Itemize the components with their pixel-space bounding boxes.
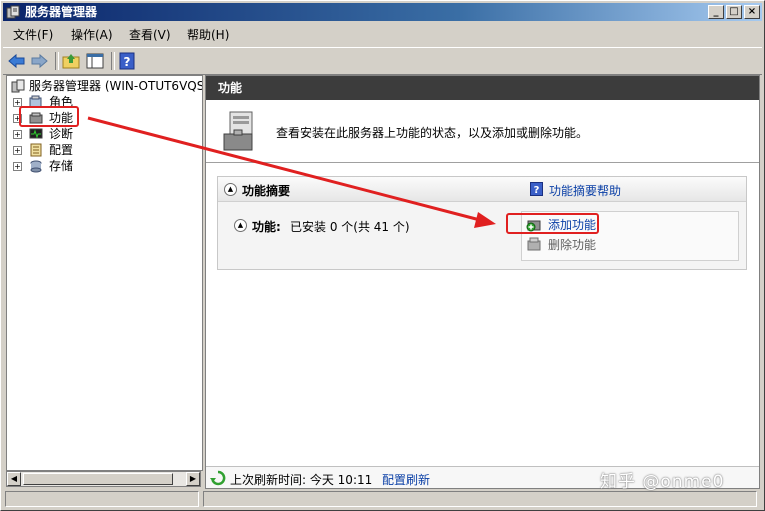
expand-icon[interactable]: +	[13, 162, 22, 171]
server-manager-tree-icon	[11, 79, 25, 93]
close-button[interactable]: ×	[744, 5, 760, 19]
expand-icon[interactable]: +	[13, 130, 22, 139]
tree-item-label: 诊断	[49, 127, 74, 141]
features-status-text: 已安装 0 个(共 41 个)	[290, 220, 410, 234]
toolbar-separator	[55, 52, 59, 70]
title-bar[interactable]: 服务器管理器 _ □ ×	[3, 3, 762, 21]
minimize-button[interactable]: _	[708, 5, 724, 19]
forward-arrow-icon[interactable]	[29, 51, 49, 71]
watermark: 知乎 @onme0	[600, 472, 725, 492]
collapse-icon[interactable]: ▲	[224, 183, 237, 196]
up-folder-icon[interactable]	[61, 51, 81, 71]
menu-file[interactable]: 文件(F)	[13, 26, 53, 43]
content-pane: 功能 查看安装在此服务器上功能的状态，以及添加或删除功能。 ▲ 功能摘要 ? 功…	[205, 75, 760, 489]
status-pane	[203, 491, 757, 507]
toolbar-separator	[111, 52, 115, 70]
scroll-left-icon[interactable]: ◀	[7, 472, 21, 486]
summary-header: ▲ 功能摘要 ? 功能摘要帮助	[218, 177, 746, 202]
toolbar: ?	[3, 47, 762, 75]
refresh-icon	[210, 470, 226, 486]
intro-description: 查看安装在此服务器上功能的状态，以及添加或删除功能。	[276, 126, 589, 140]
content-header-title: 功能	[218, 81, 243, 95]
tree-item-label: 配置	[49, 143, 74, 157]
intro-section: 查看安装在此服务器上功能的状态，以及添加或删除功能。	[206, 100, 759, 163]
scrollbar-thumb[interactable]	[23, 473, 173, 485]
diagnostics-icon	[29, 128, 43, 139]
features-large-icon	[223, 111, 253, 151]
status-pane	[5, 491, 199, 507]
svg-text:?: ?	[124, 55, 131, 69]
scroll-right-icon[interactable]: ▶	[186, 472, 200, 486]
last-refresh-label: 上次刷新时间: 今天 10:11	[230, 473, 373, 487]
features-status-label: 功能:	[252, 220, 281, 234]
menu-action[interactable]: 操作(A)	[71, 26, 113, 43]
content-header: 功能	[206, 76, 759, 100]
menu-view[interactable]: 查看(V)	[129, 26, 171, 43]
remove-features-action[interactable]: 删除功能	[526, 236, 726, 252]
server-manager-window: 服务器管理器 _ □ × 文件(F) 操作(A) 查看(V) 帮助(H) ? 服…	[0, 0, 765, 511]
storage-icon	[30, 160, 42, 173]
show-hide-tree-icon[interactable]	[85, 51, 105, 71]
svg-text:?: ?	[534, 185, 540, 196]
annotation-highlight-add-features	[506, 213, 599, 234]
maximize-button[interactable]: □	[726, 5, 742, 19]
configure-refresh-link[interactable]: 配置刷新	[382, 471, 430, 488]
expand-icon[interactable]: +	[13, 146, 22, 155]
summary-help-link[interactable]: 功能摘要帮助	[549, 182, 621, 199]
tree-horizontal-scrollbar[interactable]: ◀ ▶	[6, 471, 201, 487]
back-arrow-icon[interactable]	[7, 51, 27, 71]
navigation-tree: 服务器管理器 (WIN-OTUT6VQSA0 + 角色 + 功能 + 诊断 + …	[6, 75, 203, 471]
features-summary-panel: ▲ 功能摘要 ? 功能摘要帮助 ▲ 功能: 已安装 0 个(共 41 个) 添加…	[217, 176, 747, 270]
menu-help[interactable]: 帮助(H)	[187, 26, 229, 43]
remove-features-link[interactable]: 删除功能	[548, 236, 596, 253]
help-icon: ?	[530, 182, 543, 196]
collapse-icon[interactable]: ▲	[234, 219, 247, 232]
annotation-highlight-features	[19, 106, 79, 127]
configuration-icon	[30, 143, 42, 157]
help-icon[interactable]: ?	[117, 51, 137, 71]
remove-features-icon	[527, 237, 541, 251]
menu-bar: 文件(F) 操作(A) 查看(V) 帮助(H)	[3, 23, 762, 45]
server-manager-app-icon	[6, 5, 20, 19]
summary-title: 功能摘要	[242, 184, 291, 198]
window-title: 服务器管理器	[25, 5, 98, 19]
tree-root-label: 服务器管理器 (WIN-OTUT6VQSA0	[29, 79, 203, 93]
tree-item-label: 存储	[49, 159, 74, 173]
